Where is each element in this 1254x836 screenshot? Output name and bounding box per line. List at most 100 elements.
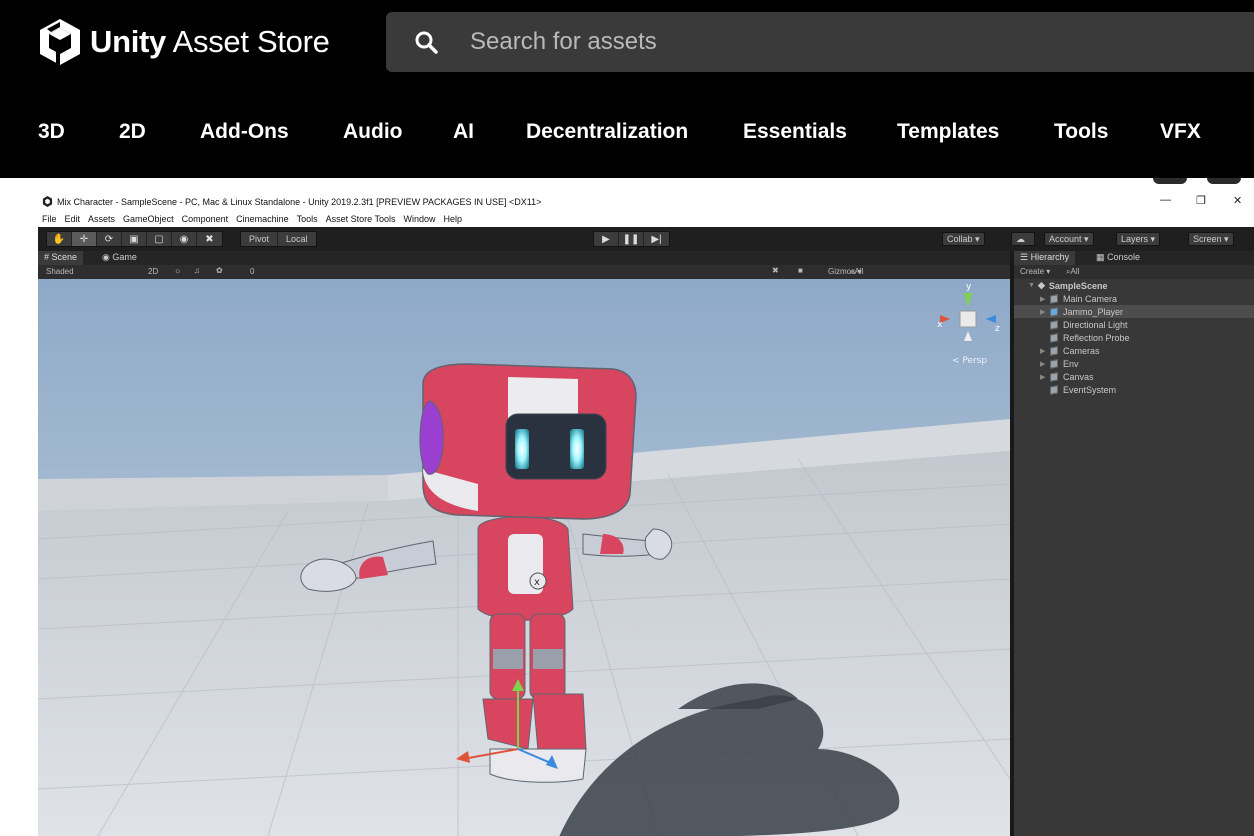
play-controls: ▶ ❚❚ ▶| (593, 231, 670, 247)
shading-mode: Shaded (46, 267, 74, 276)
hierarchy-item-label: Reflection Probe (1063, 332, 1130, 343)
nav-vfx[interactable]: VFX (1160, 120, 1201, 144)
custom-tool-icon: ✖ (205, 233, 214, 245)
nav-2d[interactable]: 2D (119, 120, 146, 144)
rotate-tool-icon: ⟳ (97, 232, 122, 246)
nav-ai[interactable]: AI (453, 120, 474, 144)
tools-icon: ✖ (772, 266, 779, 275)
editor-toolbar: ✋ ✛ ⟳ ▣ ▢ ◉ ✖ Pivot Local ▶ ❚❚ ▶| Collab… (38, 227, 1254, 251)
transform-tool-icon: ◉ (172, 232, 197, 246)
hierarchy-item: ▶ Cameras (1014, 344, 1254, 357)
category-nav: 3D 2D Add-Ons Audio AI Decentralization … (0, 96, 1254, 178)
gameobject-icon (1050, 345, 1058, 356)
audio-icon: ♫ (194, 266, 200, 275)
tab-game: ◉ Game (102, 252, 137, 262)
camera-icon: ■ (798, 266, 803, 275)
expand-arrow-icon: ▶ (1040, 295, 1046, 303)
move-tool-icon: ✛ (72, 232, 97, 246)
search-icon[interactable] (414, 30, 438, 54)
cloud-icon: ☁ (1011, 232, 1035, 246)
pivot-button: Pivot (241, 232, 279, 246)
menu-component: Component (181, 214, 229, 224)
hierarchy-scene-row: ▼ ◆ SampleScene (1028, 280, 1108, 291)
menu-cinemachine: Cinemachine (236, 214, 289, 224)
search-bar[interactable] (386, 12, 1254, 72)
account-dropdown: Account ▾ (1044, 232, 1094, 246)
gameobject-icon (1050, 332, 1058, 343)
rect-tool-icon: ▢ (147, 232, 172, 246)
hierarchy-item: ▶ Jammo_Player (1014, 305, 1254, 318)
tab-scene: # Scene (38, 251, 84, 265)
scene-render: x y x z < Persp (38, 279, 1010, 836)
effects-icon: ✿ (216, 266, 223, 275)
transform-tools: ✋ ✛ ⟳ ▣ ▢ ◉ ✖ (46, 231, 223, 247)
hierarchy-item-label: Jammo_Player (1063, 306, 1124, 317)
menu-window: Window (403, 214, 436, 224)
hierarchy-item-label: Main Camera (1063, 293, 1118, 304)
scene-tabbar: # Scene ◉ Game (38, 251, 1010, 265)
nav-3d[interactable]: 3D (38, 120, 65, 144)
nav-audio[interactable]: Audio (343, 120, 402, 144)
unity-small-icon (42, 196, 53, 207)
gizmo-y-label: y (966, 282, 972, 292)
unity-cube-icon (40, 19, 80, 65)
carousel-next-tab[interactable] (1207, 178, 1241, 184)
tab-hierarchy: ☰ Hierarchy (1014, 251, 1076, 265)
hierarchy-item: ▶ Canvas (1014, 370, 1254, 383)
scale-tool-icon: ▣ (122, 232, 147, 246)
hierarchy-item-label: Canvas (1063, 371, 1094, 382)
hierarchy-item-label: Directional Light (1063, 319, 1128, 330)
menu-asset-store-tools: Asset Store Tools (325, 214, 396, 224)
scene-search: ⌕All (850, 267, 864, 276)
hierarchy-panel: ▼ ◆ SampleScene ▶ Main Camera ▶ Jammo_Playe… (1014, 279, 1254, 836)
carousel-prev-tab[interactable] (1153, 178, 1187, 184)
menu-tools: Tools (296, 214, 318, 224)
store-header: Unity Asset Store (0, 0, 1254, 96)
menu-gameobject: GameObject (123, 214, 174, 224)
hand-tool-icon: ✋ (47, 232, 72, 246)
gameobject-icon (1050, 371, 1058, 382)
menu-edit: Edit (64, 214, 81, 224)
menu-file: File (42, 214, 57, 224)
play-icon: ▶ (594, 232, 619, 246)
gameobject-icon (1050, 358, 1058, 369)
hierarchy-item-label: Env (1063, 358, 1079, 369)
unity-logo[interactable]: Unity Asset Store (38, 18, 330, 66)
menu-assets: Assets (88, 214, 116, 224)
maximize-icon: ❐ (1196, 195, 1206, 207)
editor-screenshot[interactable]: Mix Character - SampleScene - PC, Mac & … (38, 192, 1254, 836)
layers-dropdown: Layers ▾ (1116, 232, 1161, 246)
mode-2d: 2D (148, 267, 159, 276)
nav-templates[interactable]: Templates (897, 120, 999, 144)
expand-arrow-icon: ▶ (1040, 360, 1046, 368)
layout-dropdown: Screen ▾ (1188, 232, 1234, 246)
expand-arrow-icon: ▶ (1040, 308, 1046, 316)
step-icon: ▶| (651, 233, 662, 245)
minimize-icon: — (1160, 194, 1171, 206)
hierarchy-toolbar: Create ▾ ⌕All (1014, 265, 1254, 279)
gizmo-x-label: x (937, 320, 943, 330)
tab-console: ▦ Console (1096, 252, 1141, 262)
gameobject-icon (1050, 384, 1058, 395)
nav-tools[interactable]: Tools (1054, 120, 1108, 144)
editor-title: Mix Character - SampleScene - PC, Mac & … (57, 196, 542, 207)
pause-icon: ❚❚ (619, 232, 644, 246)
gameobject-icon (1050, 306, 1058, 317)
lighting-icon: ☼ (174, 266, 182, 275)
nav-add-ons[interactable]: Add-Ons (200, 120, 289, 144)
scene-viewport: x y x z < Persp (38, 279, 1010, 836)
close-icon: ✕ (1233, 195, 1243, 207)
gameobject-icon (1050, 293, 1058, 304)
editor-titlebar: Mix Character - SampleScene - PC, Mac & … (38, 192, 1254, 211)
nav-essentials[interactable]: Essentials (743, 120, 847, 144)
pivot-toggles: Pivot Local (240, 231, 317, 247)
editor-menubar: File Edit Assets GameObject Component Ci… (38, 211, 1254, 227)
expand-arrow-icon: ▼ (1028, 282, 1035, 289)
nav-decentralization[interactable]: Decentralization (526, 120, 688, 144)
gameobject-icon (1050, 319, 1058, 330)
local-button: Local (286, 234, 308, 244)
hierarchy-item: Reflection Probe (1014, 331, 1254, 344)
logo-text: Unity Asset Store (90, 24, 330, 59)
search-input[interactable] (470, 28, 1170, 56)
persp-label: < Persp (952, 356, 987, 366)
